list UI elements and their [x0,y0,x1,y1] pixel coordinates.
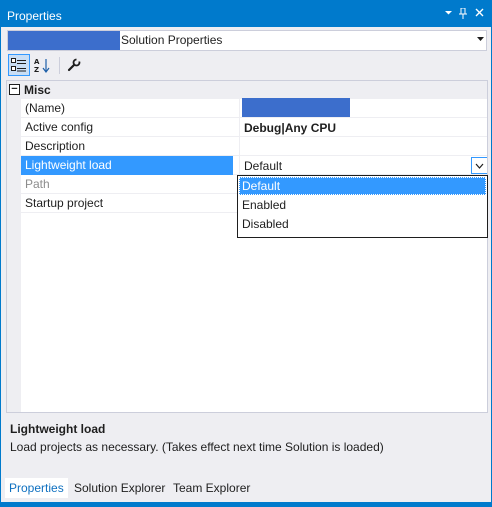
alphabetical-button[interactable]: A Z [32,54,54,76]
wrench-icon [67,58,81,72]
object-selector[interactable]: Solution Properties [7,30,487,51]
property-value-text: Default [244,159,283,173]
property-value-text: Debug|Any CPU [244,121,337,135]
property-name: Lightweight load [21,156,233,175]
window-title: Properties [7,9,62,23]
alphabetical-icon: A Z [34,58,50,73]
toolbar-separator [59,57,60,74]
dropdown-option-enabled[interactable]: Enabled [239,196,486,214]
tab-solution-explorer[interactable]: Solution Explorer [70,478,169,498]
property-value[interactable]: Default [239,156,487,175]
property-row-description[interactable]: Description [21,137,487,156]
title-bar[interactable]: Properties [1,0,491,27]
tab-properties[interactable]: Properties [5,478,68,498]
chevron-down-icon[interactable] [477,35,484,44]
object-selector-text: Solution Properties [121,33,223,47]
redacted-value [242,98,350,117]
toolbar: A Z [6,54,488,78]
description-panel: Lightweight load Load projects as necess… [6,417,488,475]
chevron-down-icon [475,163,484,169]
property-row-active-config[interactable]: Active config Debug|Any CPU [21,118,487,137]
bottom-tabs: Properties Solution Explorer Team Explor… [1,478,491,499]
svg-text:A: A [34,58,40,66]
property-row-lightweight-load[interactable]: Lightweight load Default [21,156,487,175]
lightweight-load-dropdown[interactable]: Default Enabled Disabled [237,175,488,238]
property-name: Active config [25,120,94,134]
property-row-name[interactable]: (Name) [21,98,487,118]
property-grid: − Misc (Name) Active config Debug|Any CP… [6,80,488,413]
close-icon[interactable] [472,8,486,20]
bottom-accent-bar [1,502,491,507]
category-label: Misc [24,83,51,97]
category-misc[interactable]: − Misc [7,81,487,99]
dropdown-option-disabled[interactable]: Disabled [239,215,486,233]
categorized-button[interactable] [8,54,30,76]
tab-team-explorer[interactable]: Team Explorer [169,478,254,498]
dropdown-button[interactable] [471,157,487,174]
property-value[interactable] [239,98,487,118]
categorized-icon [11,58,26,72]
property-value[interactable] [239,137,487,156]
dropdown-option-default[interactable]: Default [239,177,486,195]
property-name: (Name) [25,101,66,115]
pin-icon[interactable] [456,7,470,22]
property-pages-button[interactable] [63,54,85,76]
description-text: Load projects as necessary. (Takes effec… [10,440,384,454]
property-name: Path [25,177,50,191]
redacted-object-name [8,31,120,50]
chevron-down-icon[interactable] [441,8,455,20]
properties-window: Properties Solution Properties A Z − Mis… [0,0,492,507]
collapse-toggle[interactable]: − [9,84,20,95]
grid-gutter [7,99,21,412]
svg-text:Z: Z [34,66,39,73]
property-name: Startup project [25,196,104,210]
description-title: Lightweight load [10,422,106,436]
property-name: Description [25,139,86,153]
property-value[interactable]: Debug|Any CPU [239,118,487,137]
